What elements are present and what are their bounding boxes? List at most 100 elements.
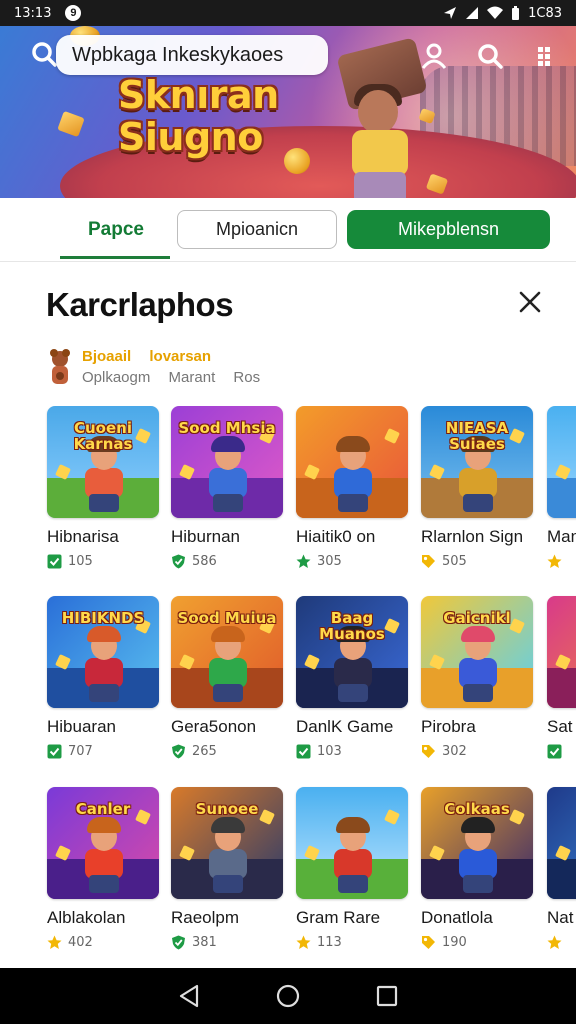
game-thumbnail[interactable] — [296, 406, 408, 518]
character-legs — [463, 684, 493, 702]
character-legs — [213, 684, 243, 702]
game-card[interactable]: Hiaitik0 on 305 — [296, 406, 408, 569]
game-name: Man — [547, 527, 576, 546]
home-icon[interactable] — [276, 984, 300, 1008]
game-rating: 105 — [68, 554, 93, 569]
tab-3[interactable]: Mikepblensn — [347, 210, 550, 249]
search-query-text: Wpbkaga Inkeskykaoes — [72, 43, 284, 66]
recents-icon[interactable] — [376, 985, 398, 1007]
character-head — [358, 90, 398, 134]
system-nav-bar — [0, 968, 576, 1024]
thumbnail-gem — [384, 809, 400, 825]
game-card[interactable]: Canler Alblakolan 402 — [47, 787, 159, 950]
game-card[interactable]: Sc Man — [547, 406, 576, 569]
game-name: Hiburnan — [171, 527, 240, 546]
game-thumbnail[interactable]: Sc — [547, 406, 576, 518]
thumbnail-gem — [384, 428, 400, 444]
character-hair — [211, 626, 245, 642]
game-thumbnail[interactable]: Canler — [47, 787, 159, 899]
game-card[interactable]: Gram Rare 113 — [296, 787, 408, 950]
game-card[interactable]: Nat — [547, 787, 576, 950]
gold-star-icon — [547, 935, 562, 950]
game-meta: 113 — [296, 935, 408, 950]
more-vertical-icon — [538, 47, 550, 66]
game-thumbnail[interactable]: NIEASA Suiaes — [421, 406, 533, 518]
search-back-icon[interactable] — [30, 40, 58, 68]
game-meta: 103 — [296, 744, 408, 759]
game-card[interactable]: HIBIKNDS Hibuaran 707 — [47, 596, 159, 759]
character-legs — [338, 494, 368, 512]
battery-icon — [512, 5, 520, 20]
character-hair — [461, 817, 495, 833]
character-hair — [336, 436, 370, 452]
thumbnail-art-text: Gaicnikl — [443, 609, 511, 627]
close-icon[interactable] — [514, 286, 546, 318]
search-input[interactable]: Wpbkaga Inkeskykaoes — [56, 35, 328, 75]
account-button[interactable] — [418, 40, 450, 72]
game-thumbnail[interactable] — [547, 787, 576, 899]
game-grid: Cuoeni Karnas Hibnarisa 105 Sood Mhsia Hibur… — [0, 406, 576, 966]
game-card[interactable]: Gaicnikl Pirobra 302 — [421, 596, 533, 759]
character-legs — [463, 494, 493, 512]
game-rating: 265 — [192, 744, 217, 759]
tab-2[interactable]: Mpioanicn — [177, 210, 337, 249]
battery-text: 1C83 — [528, 5, 562, 21]
game-name: Pirobra — [421, 717, 476, 736]
thumbnail-art-text: NIEASA Suiaes — [445, 419, 509, 453]
gold-star-icon — [47, 935, 62, 950]
green-check-icon — [296, 744, 311, 759]
character-hair — [211, 817, 245, 833]
game-meta: 402 — [47, 935, 159, 950]
game-card[interactable]: Sood Mhsia Hiburnan 586 — [171, 406, 283, 569]
game-rating: 305 — [317, 554, 342, 569]
game-thumbnail[interactable] — [296, 787, 408, 899]
banner-cube — [57, 110, 85, 138]
game-name: Donatlola — [421, 908, 493, 927]
developer-name[interactable]: Bjoaail lovarsan — [82, 348, 225, 365]
game-card[interactable]: Sood Muiua Gera5onon 265 — [171, 596, 283, 759]
character-legs — [213, 875, 243, 893]
back-icon[interactable] — [178, 984, 200, 1008]
game-rating: 302 — [442, 744, 467, 759]
developer-meta-part: Ros — [233, 369, 261, 386]
status-time: 13:13 — [14, 5, 52, 21]
game-meta: 190 — [421, 935, 533, 950]
game-card[interactable]: Cuoeni Karnas Hibnarisa 105 — [47, 406, 159, 569]
game-card[interactable]: Sat — [547, 596, 576, 759]
game-thumbnail[interactable]: Sunoee — [171, 787, 283, 899]
game-thumbnail[interactable] — [547, 596, 576, 708]
game-thumbnail[interactable]: Gaicnikl — [421, 596, 533, 708]
tab-1[interactable]: Papce — [62, 212, 170, 248]
game-thumbnail[interactable]: Sood Muiua — [171, 596, 283, 708]
game-name: Sat — [547, 717, 573, 736]
game-thumbnail[interactable]: Sood Mhsia — [171, 406, 283, 518]
thumbnail-ground — [547, 477, 576, 518]
game-card[interactable]: Baag Muanos DanlK Game 103 — [296, 596, 408, 759]
game-meta — [547, 554, 576, 569]
character-legs — [89, 684, 119, 702]
game-thumbnail[interactable]: Baag Muanos — [296, 596, 408, 708]
more-options-button[interactable] — [528, 40, 560, 72]
notification-badge: 9 — [65, 5, 82, 21]
developer-meta-part: Marant — [168, 369, 216, 386]
thumbnail-art-text: Sood Muiua — [177, 609, 277, 627]
game-thumbnail[interactable]: HIBIKNDS — [47, 596, 159, 708]
game-meta — [547, 744, 576, 759]
game-name: Raeolpm — [171, 908, 240, 927]
game-card[interactable]: NIEASA Suiaes Rlarnlon Sign 505 — [421, 406, 533, 569]
green-shield-icon — [171, 554, 186, 569]
status-bar: 13:13 9 1C83 — [0, 0, 576, 26]
game-thumbnail[interactable]: Cuoeni Karnas — [47, 406, 159, 518]
game-name: Rlarnlon Sign — [421, 527, 524, 546]
gold-tag-icon — [421, 554, 436, 569]
search-button[interactable] — [474, 40, 506, 72]
account-icon — [421, 43, 447, 69]
game-card[interactable]: Colkaas Donatlola 190 — [421, 787, 533, 950]
game-card[interactable]: Sunoee Raeolpm 381 — [171, 787, 283, 950]
thumbnail-art-text: Baag Muanos — [319, 609, 385, 643]
game-meta: 707 — [47, 744, 159, 759]
status-icons: 1C83 — [443, 5, 562, 21]
game-thumbnail[interactable]: Colkaas — [421, 787, 533, 899]
character-legs — [354, 172, 406, 198]
green-check-icon — [47, 744, 62, 759]
